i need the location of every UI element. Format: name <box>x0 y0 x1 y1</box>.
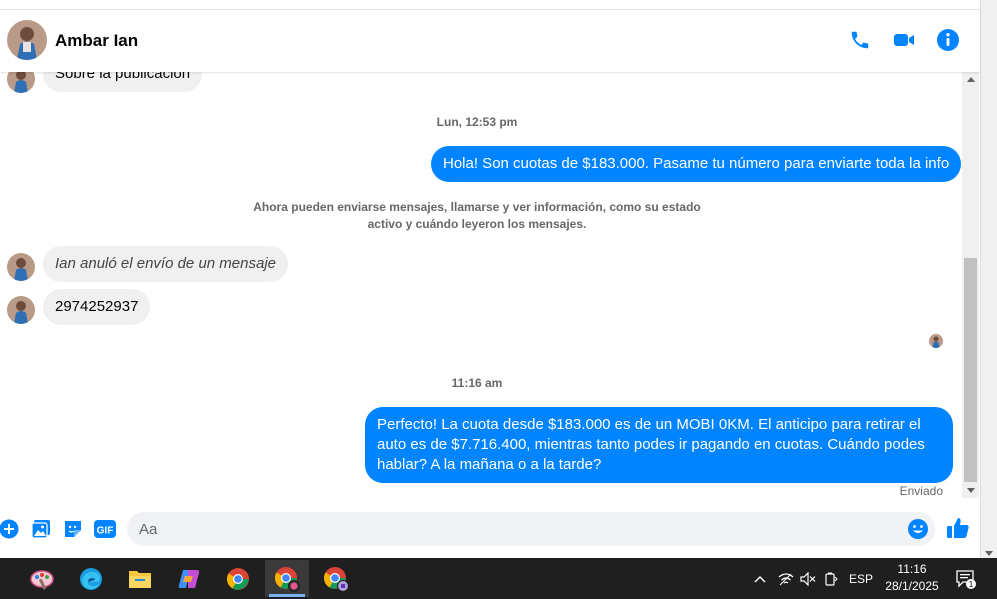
file-explorer-icon[interactable] <box>118 560 162 597</box>
system-notice-line: activo y cuándo leyeron los mensajes. <box>367 217 587 231</box>
chrome-profile-icon[interactable] <box>265 560 309 597</box>
contact-avatar-small <box>7 296 35 324</box>
outgoing-message[interactable]: Hola! Son cuotas de $183.000. Pasame tu … <box>431 146 962 182</box>
info-icon[interactable] <box>936 28 960 52</box>
system-notice: Ahora pueden enviarse mensajes, llamarse… <box>227 199 727 233</box>
thumbs-up-icon[interactable] <box>946 516 970 540</box>
add-icon[interactable] <box>0 518 20 540</box>
scroll-up-arrow-icon[interactable] <box>962 72 979 86</box>
notification-count: 1 <box>969 580 974 589</box>
incoming-message[interactable]: Sobre la publicación <box>43 72 203 92</box>
scroll-down-arrow-icon[interactable] <box>962 484 979 498</box>
messenger-window: Ambar Ian Sobre la publicación Lun, 12:5… <box>0 0 997 599</box>
timestamp: 11:16 am <box>451 376 503 390</box>
notifications-icon[interactable]: 1 <box>952 558 980 599</box>
read-receipt-avatar <box>929 334 943 348</box>
windows-taskbar: ESP 11:16 28/1/2025 1 <box>0 558 997 599</box>
message-thread[interactable]: Sobre la publicación Lun, 12:53 pm Hola!… <box>0 72 962 500</box>
tray-chevron-up-icon[interactable] <box>750 558 770 599</box>
message-composer: GIF <box>0 506 980 552</box>
chrome-icon[interactable] <box>216 560 260 597</box>
outgoing-message[interactable]: Perfecto! La cuota desde $183.000 es de … <box>365 407 953 483</box>
phone-icon[interactable] <box>848 28 872 52</box>
sticker-icon[interactable] <box>62 518 84 540</box>
gif-label: GIF <box>97 526 114 537</box>
thread-scrollbar[interactable] <box>962 72 979 498</box>
clock-date: 28/1/2025 <box>885 579 939 593</box>
chrome-profile-2-icon[interactable] <box>314 560 358 597</box>
window-top-strip <box>0 0 980 10</box>
clock-time: 11:16 <box>897 562 927 576</box>
paint-icon[interactable] <box>20 560 64 597</box>
message-input[interactable] <box>139 512 899 546</box>
language-indicator[interactable]: ESP <box>846 558 876 599</box>
contact-avatar-small <box>7 253 35 281</box>
incoming-message[interactable]: 2974252937 <box>43 289 151 325</box>
edge-icon[interactable] <box>69 560 113 597</box>
message-input-wrapper[interactable] <box>127 512 935 546</box>
system-clock[interactable]: 11:16 28/1/2025 <box>880 561 944 595</box>
video-camera-icon[interactable] <box>892 28 916 52</box>
conversation-header: Ambar Ian <box>0 10 980 72</box>
network-icon[interactable] <box>775 558 797 599</box>
contact-avatar-small <box>7 72 35 93</box>
image-icon[interactable] <box>30 518 52 540</box>
gif-icon[interactable]: GIF <box>94 518 116 540</box>
battery-icon[interactable] <box>820 558 842 599</box>
emoji-icon[interactable] <box>907 518 929 540</box>
timestamp: Lun, 12:53 pm <box>436 115 518 129</box>
system-notice-line: Ahora pueden enviarse mensajes, llamarse… <box>253 200 701 214</box>
volume-muted-icon[interactable] <box>797 558 819 599</box>
scrollbar-thumb[interactable] <box>964 258 977 482</box>
contact-avatar[interactable] <box>7 20 47 60</box>
unsent-message-notice: Ian anuló el envío de un mensaje <box>43 246 288 282</box>
page-scrollbar[interactable] <box>980 0 997 558</box>
message-status: Enviado <box>899 484 943 498</box>
copilot-icon[interactable] <box>167 560 211 597</box>
contact-name[interactable]: Ambar Ian <box>55 31 138 51</box>
